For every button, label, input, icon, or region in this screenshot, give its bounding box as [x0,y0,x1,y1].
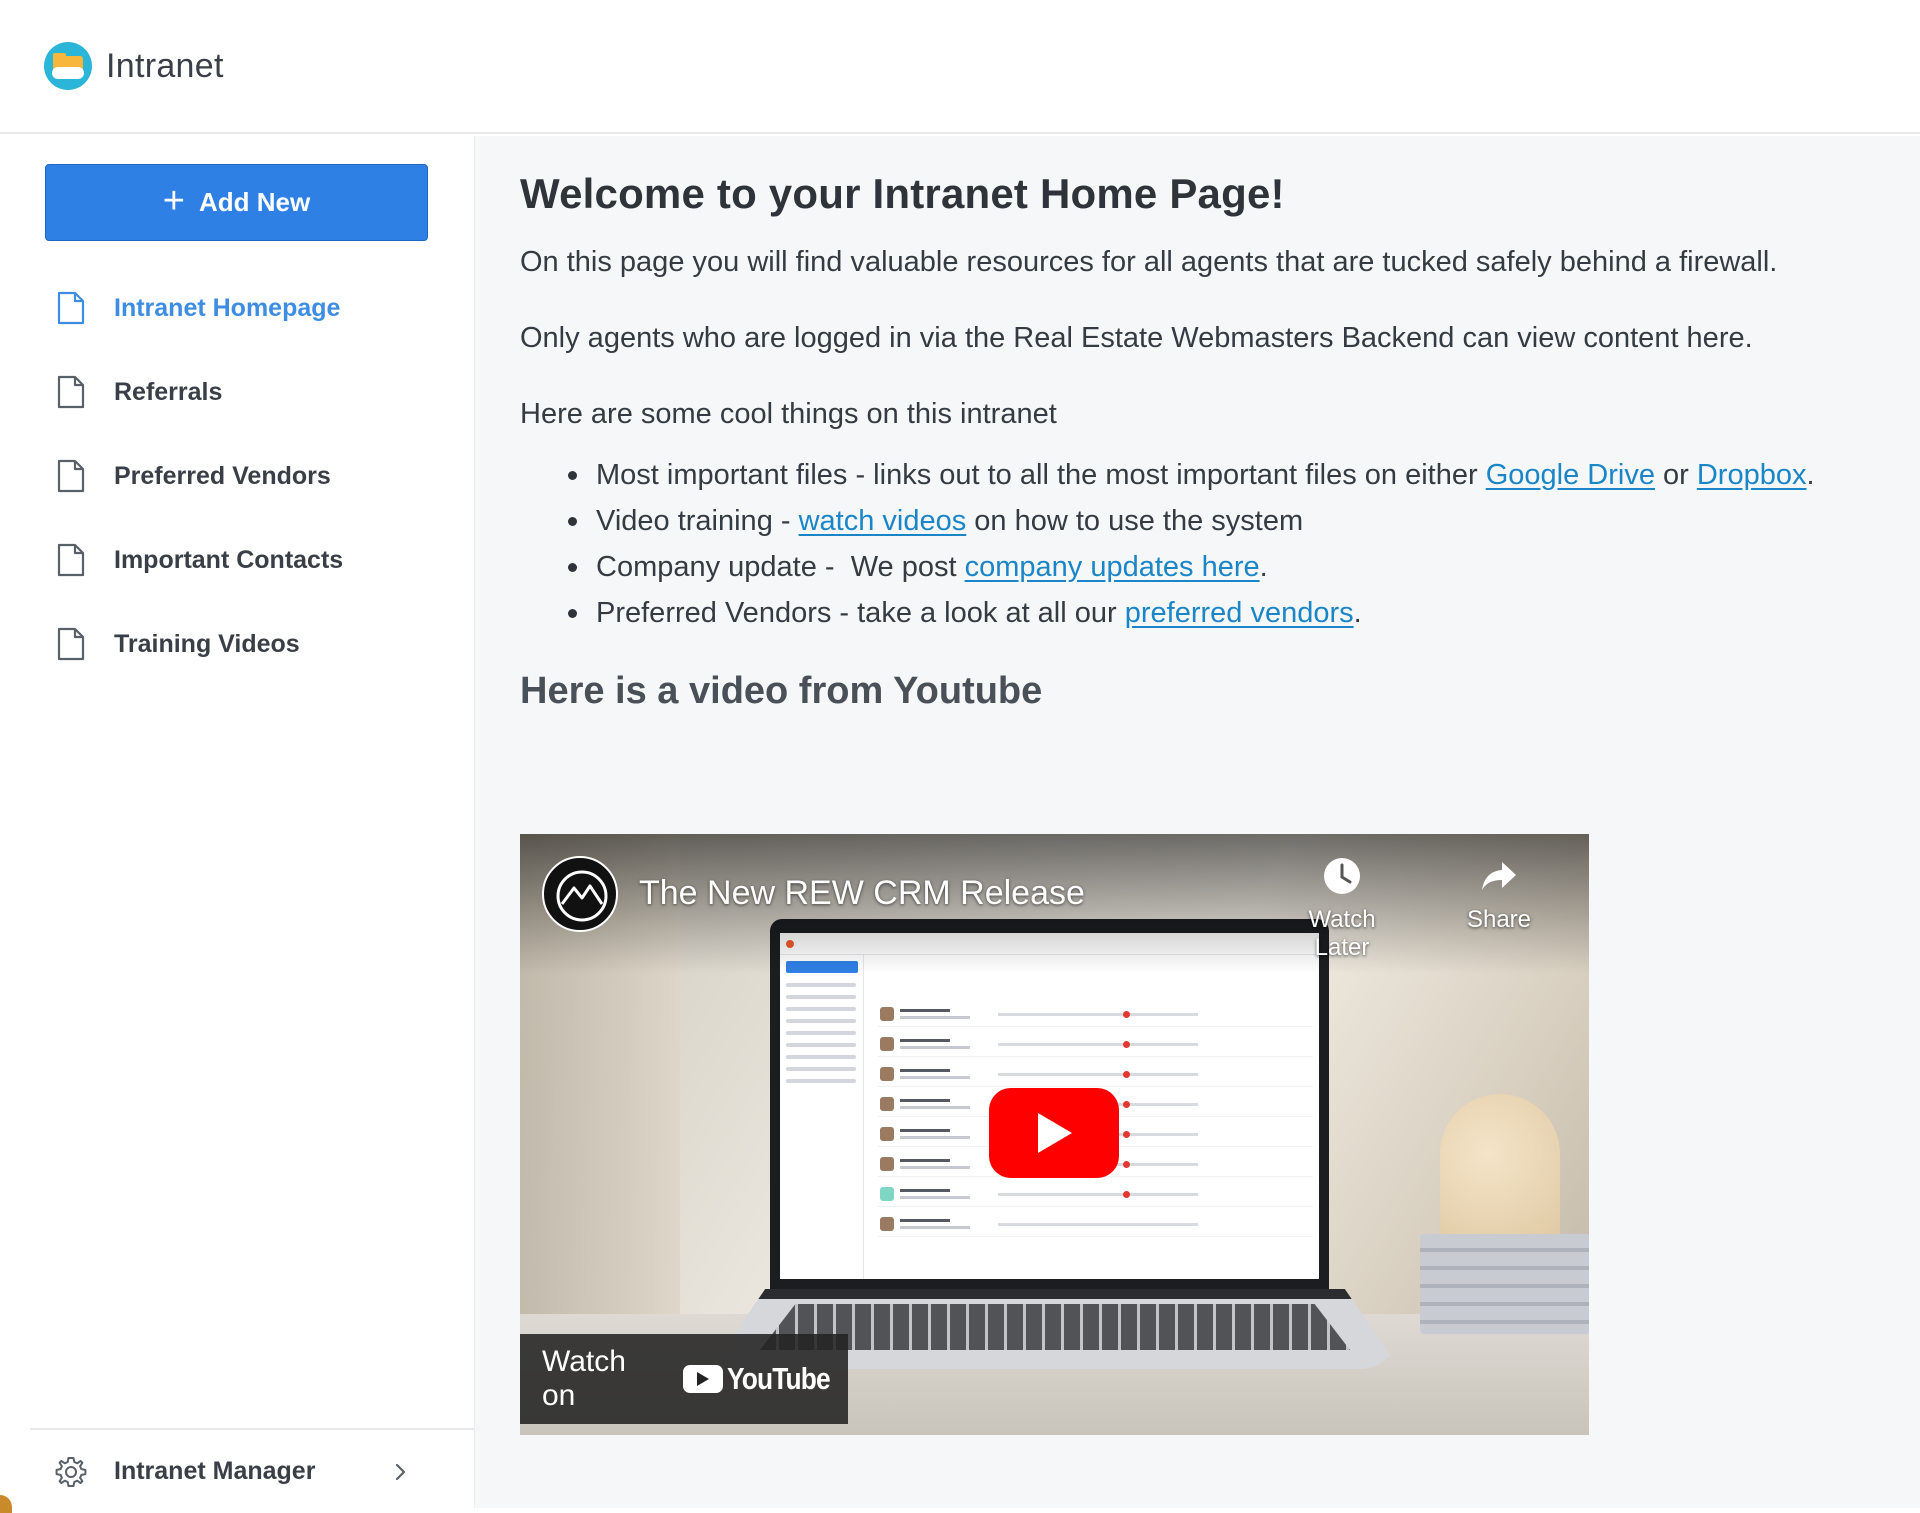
sidebar-item-label: Referrals [114,377,223,406]
sidebar-item-label: Important Contacts [114,545,344,574]
document-icon [57,459,85,493]
channel-avatar-icon[interactable] [542,856,618,932]
sidebar-item-label: Training Videos [114,629,300,658]
preferred-vendors-link[interactable]: preferred vendors [1125,597,1354,629]
sidebar: + Add New Intranet Homepage Referrals Pr… [0,136,474,1513]
dropbox-link[interactable]: Dropbox [1697,459,1807,491]
play-button[interactable] [989,1088,1119,1178]
top-bar: Intranet [0,0,1920,134]
watch-on-label: Watch on [542,1345,626,1412]
intranet-logo-icon [44,42,92,90]
main-content: Welcome to your Intranet Home Page! On t… [474,136,1920,1508]
clock-icon [1324,858,1360,894]
share-button[interactable]: Share [1439,856,1559,934]
add-new-label: Add New [198,187,311,217]
watch-videos-link[interactable]: watch videos [799,505,967,537]
gear-icon [55,1456,87,1487]
app-title: Intranet [106,46,224,85]
youtube-video-embed[interactable]: The New REW CRM Release Watch Later Shar… [520,834,1589,1435]
google-drive-link[interactable]: Google Drive [1486,459,1655,491]
login-notice-paragraph: Only agents who are logged in via the Re… [520,322,1753,354]
watch-on-youtube-button[interactable]: Watch on YouTube [520,1334,848,1424]
list-item: Most important files - links out to all … [568,452,1910,498]
sidebar-item-label: Preferred Vendors [114,461,331,490]
watch-later-button[interactable]: Watch Later [1282,856,1402,962]
intro-paragraph: On this page you will find valuable reso… [520,246,1778,278]
add-new-button[interactable]: + Add New [45,164,428,241]
list-intro-paragraph: Here are some cool things on this intran… [520,398,1057,430]
page-title: Welcome to your Intranet Home Page! [520,170,1285,217]
sidebar-nav: Intranet Homepage Referrals Preferred Ve… [0,266,474,686]
list-item: Video training - watch videos on how to … [568,498,1910,544]
resources-list: Most important files - links out to all … [568,452,1910,636]
list-item: Preferred Vendors - take a look at all o… [568,590,1910,636]
sidebar-item-intranet-homepage[interactable]: Intranet Homepage [0,266,474,350]
document-icon [57,291,85,325]
sidebar-item-important-contacts[interactable]: Important Contacts [0,518,474,602]
video-section-heading: Here is a video from Youtube [520,670,1043,712]
play-icon [1038,1113,1072,1153]
video-title[interactable]: The New REW CRM Release [639,874,1085,913]
list-item: Company update - We post company updates… [568,544,1910,590]
share-arrow-icon [1482,862,1516,890]
company-updates-link[interactable]: company updates here [965,551,1260,583]
youtube-logo-icon: YouTube [683,1361,848,1397]
intranet-manager-label: Intranet Manager [114,1457,316,1485]
chevron-right-icon [395,1463,406,1480]
document-icon [57,375,85,409]
sidebar-item-label: Intranet Homepage [114,293,341,322]
sidebar-item-preferred-vendors[interactable]: Preferred Vendors [0,434,474,518]
sidebar-item-training-videos[interactable]: Training Videos [0,602,474,686]
document-icon [57,543,85,577]
document-icon [57,627,85,661]
sidebar-item-referrals[interactable]: Referrals [0,350,474,434]
intranet-manager-link[interactable]: Intranet Manager [30,1428,474,1513]
plus-icon: + [162,179,185,222]
